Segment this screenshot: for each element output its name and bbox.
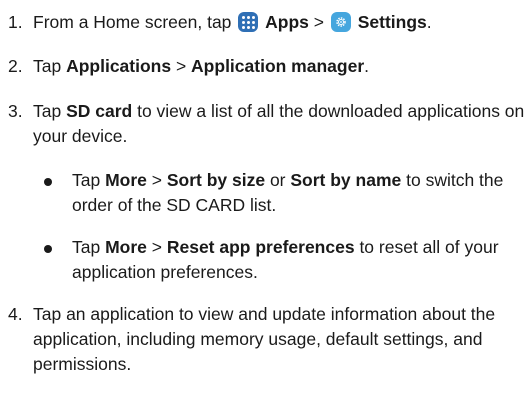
step-3: 3. Tap SD card to view a list of all the… — [8, 99, 525, 149]
step-number: 2. — [8, 56, 23, 76]
instructions-document: 1. From a Home screen, tap Apps > Settin… — [0, 0, 526, 395]
step-text-part: From a Home screen, tap — [33, 12, 237, 32]
sort-by-name-label: Sort by name — [290, 170, 402, 190]
application-manager-label: Application manager — [191, 56, 365, 76]
sd-card-label: SD card — [66, 101, 133, 121]
settings-gear-icon — [330, 12, 351, 32]
settings-label: Settings — [357, 12, 427, 32]
step-number: 4. — [8, 304, 23, 324]
sort-by-size-label: Sort by size — [166, 170, 266, 190]
step-text-part: Tap — [33, 101, 67, 121]
more-label: More — [105, 170, 147, 190]
reset-app-preferences-label: Reset app preferences — [166, 237, 355, 257]
bullet-text-part: Tap — [72, 237, 106, 257]
applications-label: Applications — [66, 56, 172, 76]
apps-label: Apps — [265, 12, 309, 32]
step-4: 4. Tap an application to view and update… — [8, 302, 523, 377]
step-text: Tap Applications > Application manager. — [33, 54, 525, 79]
separator: > — [308, 12, 329, 32]
more-label: More — [105, 237, 147, 257]
gear-icon — [336, 17, 346, 27]
step-text: Tap an application to view and update in… — [33, 304, 496, 374]
step-2: 2. Tap Applications > Application manage… — [8, 54, 523, 79]
step-number: 3. — [8, 101, 23, 121]
apps-grid-icon — [238, 12, 259, 32]
bullet-text-part: or — [265, 170, 291, 190]
step-text-part: Tap — [33, 56, 67, 76]
step-text: From a Home screen, tap Apps > Settings. — [33, 10, 525, 35]
bullet-sort: Tap More > Sort by size or Sort by name … — [42, 168, 522, 218]
step-1: 1. From a Home screen, tap Apps > Settin… — [8, 10, 523, 35]
step-number: 1. — [8, 12, 23, 32]
bullet-text: Tap More > Sort by size or Sort by name … — [72, 168, 520, 218]
step-text-part: . — [426, 12, 432, 32]
separator: > — [171, 56, 192, 76]
separator: > — [146, 237, 167, 257]
step-text: Tap SD card to view a list of all the do… — [33, 99, 525, 149]
separator: > — [146, 170, 167, 190]
step-text-part: . — [364, 56, 370, 76]
bullet-dot — [44, 245, 52, 253]
bullet-reset: Tap More > Reset app preferences to rese… — [42, 235, 522, 285]
bullet-dot — [44, 178, 52, 186]
bullet-text-part: Tap — [72, 170, 106, 190]
bullet-text: Tap More > Reset app preferences to rese… — [72, 235, 520, 285]
